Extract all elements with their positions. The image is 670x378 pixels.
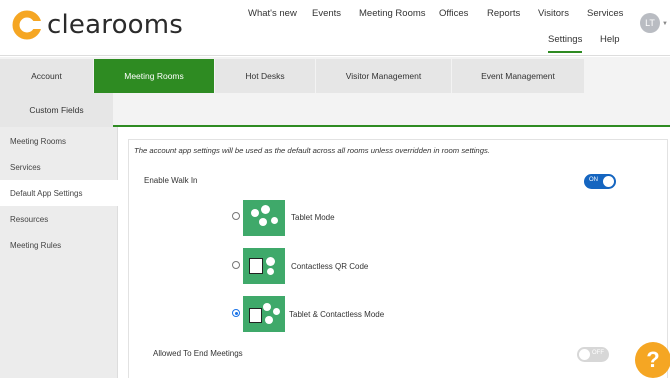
question-mark-icon: ? [646, 347, 660, 372]
default-app-settings-panel: The account app settings will be used as… [128, 139, 668, 378]
tab-label: Hot Desks [245, 71, 285, 81]
sidebar-item-resources[interactable]: Resources [0, 206, 118, 232]
avatar-initials: LT [645, 18, 655, 28]
nav-offices[interactable]: Offices [439, 8, 468, 19]
tab-label: Visitor Management [345, 71, 422, 81]
toggle-state: ON [589, 177, 598, 183]
toggle-state: OFF [592, 350, 604, 356]
sidebar-item-meeting-rules[interactable]: Meeting Rules [0, 232, 118, 258]
logo[interactable]: clearooms [12, 10, 183, 40]
clearooms-logo-icon [12, 10, 42, 40]
sidebar-item-meeting-rooms[interactable]: Meeting Rooms [0, 128, 118, 154]
tablet-contactless-label: Tablet & Contactless Mode [289, 310, 385, 319]
tablet-contactless-icon [243, 296, 285, 332]
nav-whats-new[interactable]: What's new [248, 8, 297, 19]
sidebar-item-label: Services [10, 162, 41, 172]
sidebar-item-label: Default App Settings [10, 188, 83, 198]
allowed-to-end-meetings-label: Allowed To End Meetings [153, 349, 243, 358]
tab-account[interactable]: Account [0, 59, 93, 93]
nav-reports[interactable]: Reports [487, 8, 520, 19]
settings-sidebar: Meeting Rooms Services Default App Setti… [0, 127, 118, 378]
toggle-knob [579, 349, 590, 360]
nav-help[interactable]: Help [600, 34, 620, 45]
contactless-qr-radio[interactable] [232, 261, 240, 269]
toggle-knob [603, 176, 614, 187]
nav-events[interactable]: Events [312, 8, 341, 19]
tab-label: Custom Fields [29, 105, 84, 115]
sidebar-item-label: Resources [10, 214, 49, 224]
sidebar-item-default-app-settings[interactable]: Default App Settings [0, 180, 118, 206]
tablet-mode-icon [243, 200, 285, 236]
top-header: clearooms What's new Events Meeting Room… [0, 0, 670, 56]
info-text: The account app settings will be used as… [134, 146, 490, 155]
nav-settings[interactable]: Settings [548, 34, 583, 53]
allowed-to-end-meetings-toggle[interactable]: OFF [577, 347, 609, 362]
tab-label: Event Management [481, 71, 555, 81]
nav-meeting-rooms[interactable]: Meeting Rooms [359, 8, 426, 19]
tab-label: Meeting Rooms [124, 71, 184, 81]
settings-tabbar: Account Meeting Rooms Hot Desks Visitor … [0, 57, 670, 127]
sidebar-item-label: Meeting Rooms [10, 136, 67, 146]
tab-event-management[interactable]: Event Management [452, 59, 584, 93]
tab-label: Account [31, 71, 62, 81]
nav-services[interactable]: Services [587, 8, 623, 19]
sidebar-item-services[interactable]: Services [0, 154, 118, 180]
qr-code-icon [243, 248, 285, 284]
enable-walk-in-toggle[interactable]: ON [584, 174, 616, 189]
tab-meeting-rooms[interactable]: Meeting Rooms [94, 59, 214, 93]
tablet-mode-radio[interactable] [232, 212, 240, 220]
sidebar-item-label: Meeting Rules [10, 240, 62, 250]
tab-visitor-management[interactable]: Visitor Management [316, 59, 451, 93]
nav-visitors[interactable]: Visitors [538, 8, 569, 19]
tab-custom-fields[interactable]: Custom Fields [0, 93, 113, 127]
avatar[interactable]: LT [640, 13, 660, 33]
tab-hot-desks[interactable]: Hot Desks [215, 59, 315, 93]
logo-text: clearooms [47, 10, 184, 40]
chevron-down-icon[interactable]: ▼ [662, 21, 668, 27]
enable-walk-in-label: Enable Walk In [144, 176, 198, 185]
help-button[interactable]: ? [635, 342, 670, 378]
contactless-qr-label: Contactless QR Code [291, 262, 369, 271]
tablet-mode-label: Tablet Mode [291, 213, 335, 222]
tablet-contactless-radio[interactable] [232, 309, 240, 317]
